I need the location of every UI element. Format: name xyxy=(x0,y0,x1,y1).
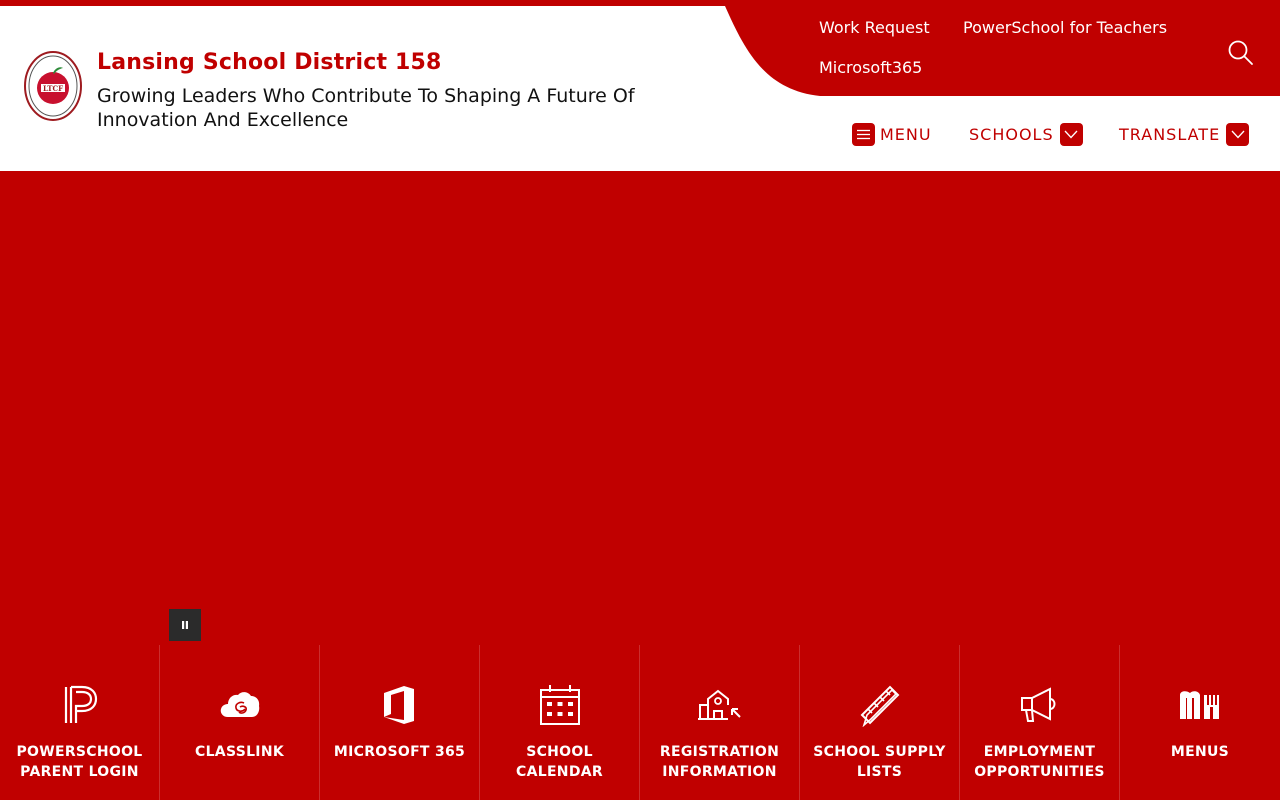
svg-text:LTCF: LTCF xyxy=(43,84,63,93)
schools-label: SCHOOLS xyxy=(969,124,1054,144)
menu-button[interactable]: MENU xyxy=(852,120,932,148)
quicklink-classlink[interactable]: CLASSLINK xyxy=(160,645,320,800)
classlink-cloud-icon xyxy=(218,683,262,727)
chevron-down-icon xyxy=(1059,122,1083,146)
chevron-down-icon xyxy=(1226,122,1250,146)
site-header: LTCF Lansing School District 158 Growing… xyxy=(0,6,1280,171)
translate-label: TRANSLATE xyxy=(1119,124,1221,144)
search-icon xyxy=(1228,40,1253,65)
quicklink-label: MENUS xyxy=(1170,744,1230,760)
pause-icon xyxy=(182,621,188,629)
quicklink-label: POWERSCHOOL PARENT LOGIN xyxy=(16,744,143,780)
hero-banner xyxy=(0,171,1280,645)
translate-dropdown[interactable]: TRANSLATE xyxy=(1119,120,1250,148)
pencil-ruler-icon xyxy=(858,683,902,727)
schools-dropdown[interactable]: SCHOOLS xyxy=(969,120,1083,148)
menu-label: MENU xyxy=(880,124,932,144)
school-building-icon xyxy=(697,683,742,727)
quicklink-label: EMPLOYMENT OPPORTUNITIES xyxy=(974,744,1105,780)
quicklink-label: SCHOOL CALENDAR xyxy=(516,744,603,780)
quicklink-employment[interactable]: EMPLOYMENT OPPORTUNITIES xyxy=(960,645,1120,800)
search-button[interactable] xyxy=(1224,36,1256,68)
powerschool-teachers-link[interactable]: PowerSchool for Teachers xyxy=(963,18,1167,37)
quicklink-menus[interactable]: MENUS xyxy=(1120,645,1280,800)
quicklink-label: CLASSLINK xyxy=(195,744,284,760)
megaphone-icon xyxy=(1018,683,1062,727)
slideshow-pause-button[interactable] xyxy=(169,609,201,641)
quicklink-label: MICROSOFT 365 xyxy=(333,744,466,760)
microsoft-office-icon xyxy=(378,683,422,727)
quicklink-label: REGISTRATION INFORMATION xyxy=(659,744,780,780)
district-seal-icon: LTCF xyxy=(24,51,82,121)
quicklink-powerschool[interactable]: POWERSCHOOL PARENT LOGIN xyxy=(0,645,160,800)
site-tagline: Growing Leaders Who Contribute To Shapin… xyxy=(97,85,635,131)
site-title[interactable]: Lansing School District 158 xyxy=(97,50,442,75)
quicklink-registration[interactable]: REGISTRATION INFORMATION xyxy=(640,645,800,800)
quicklink-school-supply[interactable]: SCHOOL SUPPLY LISTS xyxy=(800,645,960,800)
menus-fork-icon xyxy=(1178,683,1222,727)
hamburger-icon xyxy=(852,122,875,146)
quick-links: POWERSCHOOL PARENT LOGIN CLASSLINK MICRO… xyxy=(0,645,1280,800)
quicklink-microsoft-365[interactable]: MICROSOFT 365 xyxy=(320,645,480,800)
quicklink-label: SCHOOL SUPPLY LISTS xyxy=(813,744,946,780)
district-logo[interactable]: LTCF xyxy=(24,51,82,121)
microsoft365-link[interactable]: Microsoft365 xyxy=(819,58,922,77)
quicklink-school-calendar[interactable]: SCHOOL CALENDAR xyxy=(480,645,640,800)
work-request-link[interactable]: Work Request xyxy=(819,18,930,37)
calendar-icon xyxy=(538,683,582,727)
powerschool-icon xyxy=(58,683,102,727)
